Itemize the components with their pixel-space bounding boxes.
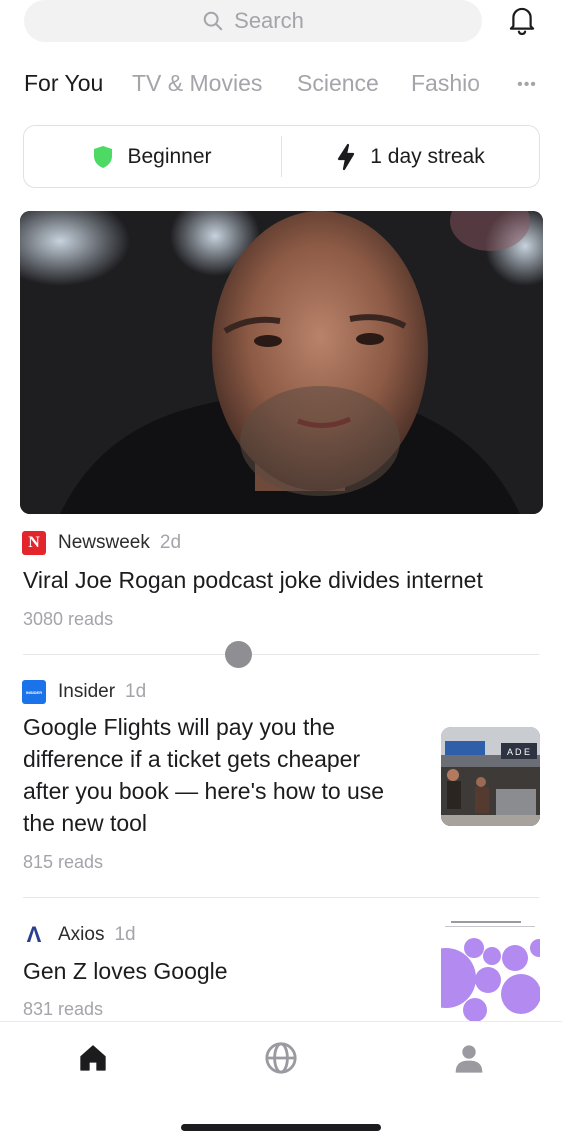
- article-2-source[interactable]: INSIDER Insider 1d: [22, 680, 146, 704]
- scroll-indicator: [225, 641, 252, 668]
- home-indicator: [181, 1124, 381, 1131]
- svg-text:A D E: A D E: [507, 747, 530, 757]
- profile-icon: [455, 1045, 483, 1073]
- shield-icon: [94, 145, 113, 168]
- portrait-photo: [20, 211, 543, 514]
- tab-tv-movies[interactable]: TV & Movies: [132, 70, 262, 97]
- article-age: 1d: [125, 681, 147, 702]
- article-3-thumbnail[interactable]: [441, 918, 540, 1022]
- headline-line: Google Flights will pay you the: [23, 714, 335, 740]
- category-tabs: For You TV & Movies Science Fashio: [24, 70, 562, 102]
- article-age: 2d: [159, 532, 182, 553]
- article-1-source[interactable]: N Newsweek 2d: [22, 531, 181, 555]
- source-name: Insider: [58, 681, 116, 702]
- article-2-thumbnail[interactable]: A D E: [441, 727, 540, 826]
- article-age: 1d: [114, 924, 136, 945]
- article-divider: [23, 897, 539, 898]
- nav-home[interactable]: [73, 1038, 113, 1078]
- search-placeholder: Search: [234, 8, 304, 33]
- streak-label: 1 day streak: [370, 144, 485, 168]
- article-2-reads: 815 reads: [23, 852, 104, 872]
- search-icon: [203, 11, 223, 31]
- level-stat[interactable]: Beginner: [24, 126, 281, 187]
- source-name: Newsweek: [58, 532, 150, 553]
- axios-logo-icon: Λ: [26, 922, 42, 947]
- more-tabs-button[interactable]: •••: [512, 70, 542, 100]
- airport-photo: A D E: [441, 727, 540, 826]
- level-label: Beginner: [127, 144, 212, 168]
- article-3-reads: 831 reads: [23, 999, 104, 1019]
- newsweek-logo-icon: N: [22, 531, 46, 555]
- progress-stats: Beginner 1 day streak: [23, 125, 540, 188]
- bubble-chart-thumbnail: [441, 918, 540, 1022]
- article-divider: [23, 654, 539, 655]
- tab-fashion[interactable]: Fashio: [411, 70, 480, 97]
- notifications-button[interactable]: [504, 2, 540, 38]
- article-1-reads: 3080 reads: [23, 609, 114, 629]
- headline-line: after you book — here's how to use: [23, 778, 385, 804]
- article-3-source[interactable]: Λ Axios 1d: [22, 922, 136, 947]
- bell-icon: [509, 7, 535, 36]
- lightning-icon: [338, 143, 355, 170]
- headline-line: difference if a ticket gets cheaper: [23, 746, 361, 772]
- search-bar[interactable]: Search: [24, 0, 482, 42]
- globe-icon: [265, 1042, 297, 1074]
- source-name: Axios: [58, 924, 105, 945]
- tab-for-you[interactable]: For You: [24, 70, 103, 97]
- nav-profile[interactable]: [449, 1038, 489, 1078]
- tab-science[interactable]: Science: [297, 70, 379, 97]
- headline-line: the new tool: [23, 810, 148, 836]
- streak-stat[interactable]: 1 day streak: [282, 126, 539, 187]
- article-2-headline[interactable]: Google Flights will pay you the differen…: [23, 711, 423, 839]
- hero-article-image[interactable]: [20, 211, 543, 514]
- home-icon: [80, 1045, 106, 1071]
- nav-explore[interactable]: [261, 1038, 301, 1078]
- insider-logo-icon: INSIDER: [22, 680, 46, 704]
- article-3-headline[interactable]: Gen Z loves Google: [23, 955, 228, 987]
- article-1-headline[interactable]: Viral Joe Rogan podcast joke divides int…: [23, 564, 483, 596]
